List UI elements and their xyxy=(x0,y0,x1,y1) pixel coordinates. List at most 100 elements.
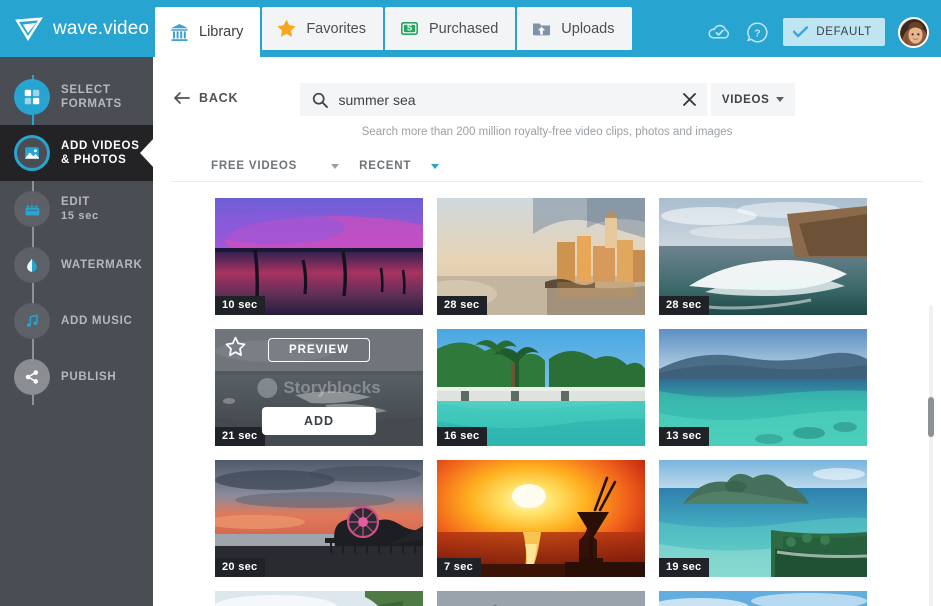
filter-free-videos[interactable]: FREE VIDEOS xyxy=(211,160,340,172)
top-bar: wave.video Library Favorites S Purchased… xyxy=(0,0,941,57)
filter-recent[interactable]: RECENT xyxy=(359,160,440,172)
sidebar-item-select-formats[interactable]: SELECT FORMATS xyxy=(0,69,153,125)
topbar-actions: ? DEFAULT xyxy=(707,7,941,57)
media-type-select[interactable]: VIDEOS xyxy=(710,83,795,116)
results-scrollbar-track[interactable] xyxy=(929,305,933,606)
search-controls: VIDEOS xyxy=(299,83,795,116)
cloud-check-icon[interactable] xyxy=(707,20,732,45)
tab-uploads[interactable]: Uploads xyxy=(517,7,632,50)
formats-icon xyxy=(14,79,50,115)
results-scroll-area[interactable]: 10 sec 28 sec 28 sec Storyblocks PREVIEW… xyxy=(153,182,941,606)
result-card[interactable]: 28 sec xyxy=(437,198,645,315)
result-card[interactable]: 13 sec xyxy=(659,329,867,446)
droplet-icon xyxy=(14,247,50,283)
duration-badge: 21 sec xyxy=(215,427,266,446)
tab-bar: Library Favorites S Purchased Uploads xyxy=(155,0,634,57)
result-card[interactable]: 19 sec xyxy=(659,460,867,577)
sidebar-item-publish-label: PUBLISH xyxy=(61,371,117,383)
tab-library-label: Library xyxy=(199,24,244,40)
default-preset-button[interactable]: DEFAULT xyxy=(783,18,885,46)
tab-purchased[interactable]: S Purchased xyxy=(384,7,516,50)
check-icon xyxy=(792,26,809,38)
result-card[interactable] xyxy=(437,591,645,606)
media-browser-panel: BACK summer sea VIDEOS Search more than … xyxy=(153,57,941,606)
workflow-sidebar: SELECT FORMATS ADD VIDEOS & PHOTOS EDIT … xyxy=(0,57,153,606)
star-outline-icon[interactable] xyxy=(224,336,247,358)
thumbnail xyxy=(437,591,645,606)
result-card[interactable]: 16 sec xyxy=(437,329,645,446)
result-card[interactable] xyxy=(215,591,423,606)
sidebar-item-publish[interactable]: PUBLISH xyxy=(0,349,153,405)
search-row: BACK summer sea VIDEOS xyxy=(153,57,941,116)
chevron-down-icon xyxy=(431,163,440,169)
duration-badge: 13 sec xyxy=(659,427,710,446)
sidebar-item-edit-label: EDIT 15 sec xyxy=(61,196,99,222)
result-card[interactable] xyxy=(659,591,867,606)
music-note-icon xyxy=(14,303,50,339)
star-icon xyxy=(276,18,297,39)
sidebar-item-add-music-label: ADD MUSIC xyxy=(61,315,133,327)
duration-badge: 10 sec xyxy=(215,296,266,315)
bank-museum-icon xyxy=(169,22,190,43)
results-grid: 10 sec 28 sec 28 sec Storyblocks PREVIEW… xyxy=(215,182,941,606)
default-preset-label: DEFAULT xyxy=(816,26,872,38)
result-card[interactable]: 7 sec xyxy=(437,460,645,577)
chevron-down-icon xyxy=(775,97,784,102)
watermark-dot-icon xyxy=(257,377,278,398)
media-type-select-label: VIDEOS xyxy=(721,93,770,106)
money-wallet-icon: S xyxy=(399,18,420,39)
duration-badge: 20 sec xyxy=(215,558,266,577)
tab-purchased-label: Purchased xyxy=(428,20,499,37)
sidebar-item-add-music[interactable]: ADD MUSIC xyxy=(0,293,153,349)
result-card[interactable]: 20 sec xyxy=(215,460,423,577)
filter-free-videos-label: FREE VIDEOS xyxy=(211,160,298,172)
svg-text:S: S xyxy=(407,24,413,33)
search-icon xyxy=(312,92,328,108)
sidebar-item-watermark[interactable]: WATERMARK xyxy=(0,237,153,293)
add-button[interactable]: ADD xyxy=(261,407,377,435)
duration-badge: 7 sec xyxy=(437,558,482,577)
arrow-left-icon xyxy=(173,91,190,105)
play-triangle-logo-icon xyxy=(14,16,44,42)
tab-uploads-label: Uploads xyxy=(561,20,615,37)
search-input[interactable] xyxy=(338,91,671,108)
question-circle-icon[interactable]: ? xyxy=(745,20,770,45)
result-card[interactable]: 10 sec xyxy=(215,198,423,315)
upload-folder-icon xyxy=(531,18,552,39)
stock-watermark-label: Storyblocks xyxy=(283,377,381,397)
result-card[interactable]: 28 sec xyxy=(659,198,867,315)
duration-badge: 19 sec xyxy=(659,558,710,577)
chevron-down-icon xyxy=(331,163,340,169)
media-icon xyxy=(14,135,50,171)
sidebar-item-add-videos-photos-label: ADD VIDEOS & PHOTOS xyxy=(61,140,140,166)
back-button[interactable]: BACK xyxy=(173,91,238,105)
clapper-icon xyxy=(14,191,50,227)
share-icon xyxy=(14,359,50,395)
svg-text:?: ? xyxy=(754,27,760,39)
sidebar-item-select-formats-label: SELECT FORMATS xyxy=(61,84,122,110)
filter-bar: FREE VIDEOS RECENT xyxy=(171,138,923,182)
duration-badge: 28 sec xyxy=(659,296,710,315)
brand: wave.video xyxy=(0,0,155,57)
result-card-hovered[interactable]: Storyblocks PREVIEW ADD 21 sec xyxy=(215,329,423,446)
thumbnail xyxy=(659,591,867,606)
results-scrollbar-thumb[interactable] xyxy=(928,397,934,437)
search-hint: Search more than 200 million royalty-fre… xyxy=(361,126,733,138)
thumbnail xyxy=(215,591,423,606)
preview-button[interactable]: PREVIEW xyxy=(267,338,371,362)
wave-video-app: wave.video Library Favorites S Purchased… xyxy=(0,0,941,606)
close-x-icon[interactable] xyxy=(682,92,697,107)
filter-recent-label: RECENT xyxy=(359,160,412,172)
tab-library[interactable]: Library xyxy=(155,7,261,57)
search-box[interactable] xyxy=(299,83,707,116)
brand-name: wave.video xyxy=(53,17,150,39)
sidebar-item-edit[interactable]: EDIT 15 sec xyxy=(0,181,153,237)
stock-watermark: Storyblocks xyxy=(257,377,381,398)
tab-favorites[interactable]: Favorites xyxy=(262,7,383,50)
sidebar-item-add-videos-photos[interactable]: ADD VIDEOS & PHOTOS xyxy=(0,125,153,181)
back-button-label: BACK xyxy=(199,91,239,105)
tab-favorites-label: Favorites xyxy=(306,20,366,37)
avatar[interactable] xyxy=(898,16,929,48)
sidebar-item-watermark-label: WATERMARK xyxy=(61,259,143,271)
duration-badge: 28 sec xyxy=(437,296,488,315)
